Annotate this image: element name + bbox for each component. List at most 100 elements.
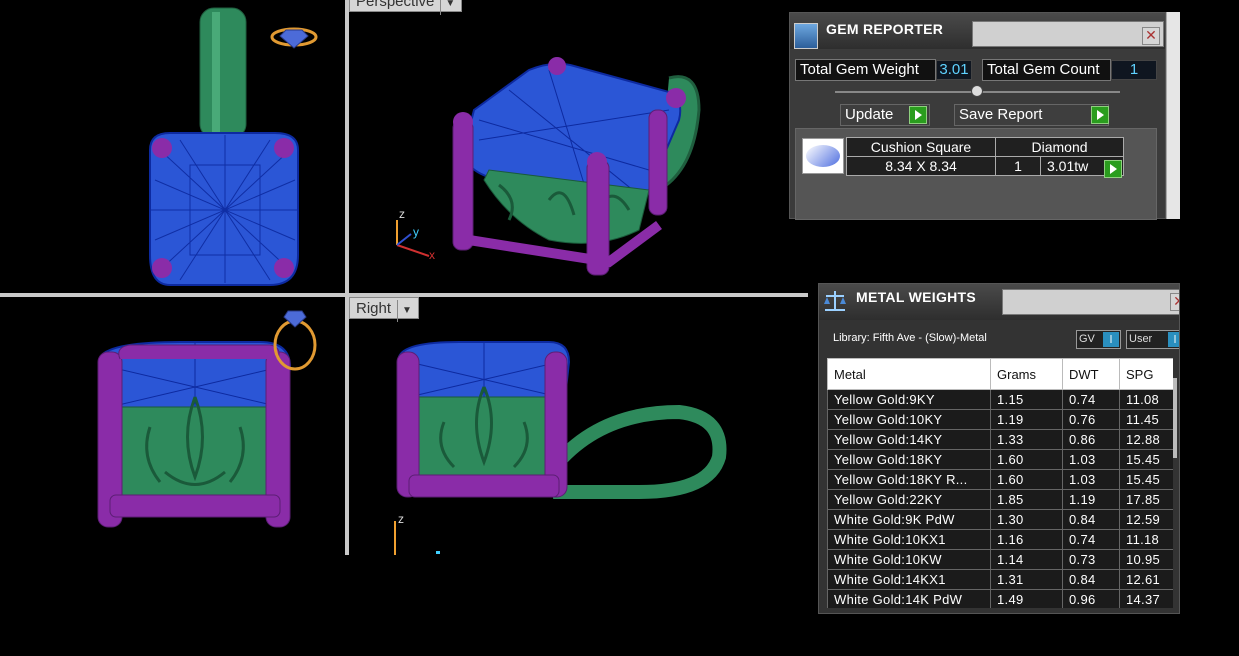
table-row[interactable]: White Gold:9K PdW 1.30 0.84 12.59 — [827, 509, 1173, 530]
table-cell: White Gold:10KW — [827, 549, 991, 570]
gem-reporter-titlebar[interactable]: GEM REPORTER ✕ — [790, 13, 1165, 49]
top-view-model — [149, 7, 318, 286]
svg-text:z: z — [399, 207, 405, 221]
metal-weights-panel: METAL WEIGHTS ✕ Library: Fifth Ave - (Sl… — [818, 283, 1180, 614]
table-cell: 0.96 — [1062, 589, 1120, 608]
table-cell: 1.60 — [990, 449, 1063, 470]
table-cell: 12.61 — [1119, 569, 1173, 590]
table-cell: Yellow Gold:18KY R... — [827, 469, 991, 490]
gem-size-cell: 8.34 X 8.34 — [846, 156, 996, 176]
gem-reporter-scrollbar[interactable] — [1166, 12, 1180, 219]
table-cell: 1.49 — [990, 589, 1063, 608]
save-report-play-icon[interactable] — [1091, 106, 1109, 124]
viewport-divider-horizontal[interactable] — [0, 293, 808, 297]
table-cell: 12.59 — [1119, 509, 1173, 530]
gem-row-play-icon[interactable] — [1104, 160, 1122, 178]
metal-weights-tab — [1002, 289, 1179, 315]
table-cell: 11.18 — [1119, 529, 1173, 550]
viewport-right[interactable]: Right ▼ z — [349, 297, 805, 555]
svg-text:z: z — [398, 512, 404, 526]
table-cell: 0.84 — [1062, 509, 1120, 530]
weight-slider-handle[interactable] — [971, 85, 983, 97]
table-cell: 11.45 — [1119, 409, 1173, 430]
table-cell: White Gold:14KX1 — [827, 569, 991, 590]
table-row[interactable]: Yellow Gold:18KY R... 1.60 1.03 15.45 — [827, 469, 1173, 490]
gem-orientation-icon — [270, 27, 318, 49]
table-cell: 0.73 — [1062, 549, 1120, 570]
total-gem-weight-value: 3.01 — [936, 60, 972, 80]
right-view-model: z — [394, 341, 727, 555]
table-cell: 1.33 — [990, 429, 1063, 450]
user-toggle[interactable]: User ⏽ — [1126, 330, 1179, 349]
column-header-grams[interactable]: Grams — [990, 358, 1063, 390]
table-row[interactable]: White Gold:14K PdW 1.49 0.96 14.37 — [827, 589, 1173, 608]
table-cell: White Gold:9K PdW — [827, 509, 991, 530]
cushion-gem-icon — [802, 138, 844, 174]
svg-text:y: y — [413, 225, 419, 239]
viewport-top[interactable] — [0, 0, 345, 293]
table-row[interactable]: Yellow Gold:18KY 1.60 1.03 15.45 — [827, 449, 1173, 470]
update-play-icon[interactable] — [909, 106, 927, 124]
table-row[interactable]: White Gold:14KX1 1.31 0.84 12.61 — [827, 569, 1173, 590]
scale-icon — [821, 288, 849, 316]
viewport-divider-vertical[interactable] — [345, 0, 349, 555]
viewport-perspective[interactable]: Perspective ▼ z y x — [349, 0, 805, 293]
metal-weights-table: Metal Grams DWT SPG Yellow Gold:9KY 1.15 0.74… — [827, 358, 1173, 608]
table-cell: 1.16 — [990, 529, 1063, 550]
metal-table-header: Metal Grams DWT SPG — [827, 358, 1173, 390]
table-row[interactable]: Yellow Gold:9KY 1.15 0.74 11.08 — [827, 389, 1173, 410]
gem-reporter-panel: GEM REPORTER ✕ Total Gem Weight 3.01 Tot… — [789, 12, 1166, 220]
save-report-button[interactable]: Save Report — [954, 104, 1109, 126]
total-gem-count-label: Total Gem Count — [982, 59, 1111, 81]
table-cell: 10.95 — [1119, 549, 1173, 570]
table-cell: 1.19 — [990, 409, 1063, 430]
table-cell: 15.45 — [1119, 449, 1173, 470]
gem-reporter-icon — [794, 23, 818, 49]
total-gem-count-value: 1 — [1111, 60, 1157, 80]
table-cell: 1.31 — [990, 569, 1063, 590]
table-cell: 1.03 — [1062, 469, 1120, 490]
table-row[interactable]: White Gold:10KX1 1.16 0.74 11.18 — [827, 529, 1173, 550]
gem-reporter-close-button[interactable]: ✕ — [1142, 27, 1160, 45]
table-cell: Yellow Gold:18KY — [827, 449, 991, 470]
column-header-spg[interactable]: SPG — [1119, 358, 1173, 390]
metal-library-label: Library: Fifth Ave - (Slow)-Metal — [833, 332, 987, 344]
table-cell: 1.60 — [990, 469, 1063, 490]
table-cell: 1.85 — [990, 489, 1063, 510]
table-row[interactable]: Yellow Gold:22KY 1.85 1.19 17.85 — [827, 489, 1173, 510]
right-view-tab[interactable]: Right ▼ — [349, 297, 419, 322]
metal-weights-title: METAL WEIGHTS — [856, 289, 977, 305]
table-row[interactable]: White Gold:10KW 1.14 0.73 10.95 — [827, 549, 1173, 570]
table-cell: 1.15 — [990, 389, 1063, 410]
table-cell: Yellow Gold:9KY — [827, 389, 991, 410]
svg-text:x: x — [429, 248, 435, 262]
gem-type-cell: Diamond — [995, 137, 1124, 157]
gem-table: Cushion Square Diamond 8.34 X 8.34 1 3.0… — [846, 137, 1124, 176]
table-row[interactable]: Yellow Gold:10KY 1.19 0.76 11.45 — [827, 409, 1173, 430]
table-cell: 0.74 — [1062, 529, 1120, 550]
gem-count-cell: 1 — [995, 156, 1041, 176]
weight-slider[interactable] — [835, 85, 1120, 97]
metal-weights-close-button[interactable]: ✕ — [1170, 293, 1179, 311]
ring-orientation-icon — [273, 310, 317, 371]
column-header-metal[interactable]: Metal — [827, 358, 991, 390]
table-cell: 15.45 — [1119, 469, 1173, 490]
table-cell: Yellow Gold:22KY — [827, 489, 991, 510]
gem-cut-cell: Cushion Square — [846, 137, 996, 157]
column-header-dwt[interactable]: DWT — [1062, 358, 1120, 390]
metal-weights-titlebar[interactable]: METAL WEIGHTS ✕ — [819, 284, 1179, 320]
table-cell: 0.86 — [1062, 429, 1120, 450]
axis-gizmo-right: z — [394, 512, 440, 555]
table-cell: Yellow Gold:10KY — [827, 409, 991, 430]
metal-table-scrollbar[interactable] — [1173, 378, 1177, 458]
table-row[interactable]: Yellow Gold:14KY 1.33 0.86 12.88 — [827, 429, 1173, 450]
viewport-front[interactable] — [0, 297, 345, 555]
table-cell: 1.19 — [1062, 489, 1120, 510]
metal-table-wrapper: Metal Grams DWT SPG Yellow Gold:9KY 1.15 0.74… — [827, 358, 1173, 608]
perspective-view-model: z y x — [396, 57, 701, 276]
table-cell: White Gold:10KX1 — [827, 529, 991, 550]
gv-toggle[interactable]: GV ⏽ — [1076, 330, 1121, 349]
table-cell: 17.85 — [1119, 489, 1173, 510]
perspective-tab[interactable]: Perspective ▼ — [349, 0, 463, 15]
table-cell: 0.84 — [1062, 569, 1120, 590]
